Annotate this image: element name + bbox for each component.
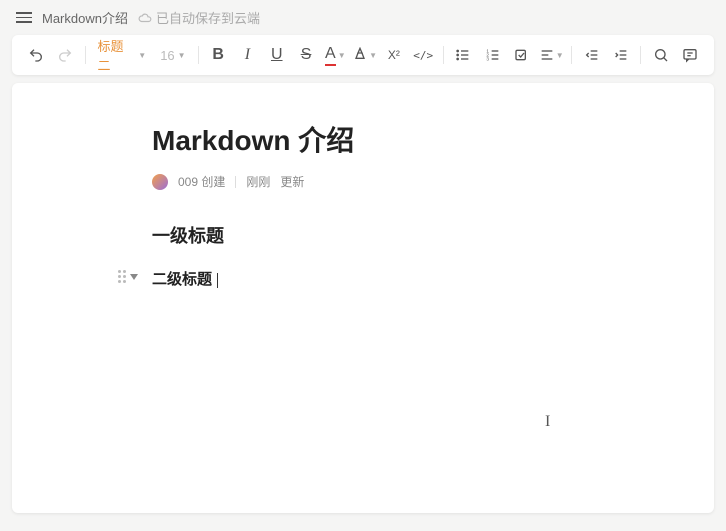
strike-button[interactable]: S	[292, 41, 319, 69]
textcolor-button[interactable]: A▼	[322, 41, 349, 69]
menu-icon[interactable]	[16, 12, 32, 23]
heading-2-block[interactable]: 二级标题	[152, 268, 218, 289]
cloud-icon	[138, 11, 152, 25]
code-button[interactable]: </>	[410, 41, 437, 69]
separator	[640, 46, 641, 64]
indent-button[interactable]	[607, 41, 634, 69]
separator	[85, 46, 86, 64]
undo-button[interactable]	[22, 41, 49, 69]
editor-content[interactable]: Markdown 介绍 009 创建 刚刚 更新 一级标题 二级标题	[152, 119, 672, 289]
fontsize-dropdown[interactable]: 16▼	[154, 41, 191, 69]
heading-dropdown[interactable]: 标题二▼	[92, 41, 153, 69]
collapse-icon[interactable]	[130, 274, 138, 280]
bold-button[interactable]: B	[205, 41, 232, 69]
block-gutter[interactable]	[118, 270, 138, 283]
separator	[198, 46, 199, 64]
numberlist-button[interactable]: 123	[479, 41, 506, 69]
search-button[interactable]	[647, 41, 674, 69]
comment-button[interactable]	[677, 41, 704, 69]
svg-text:3: 3	[486, 56, 489, 61]
document-title-breadcrumb: Markdown介绍	[42, 8, 128, 27]
topbar: Markdown介绍 已自动保存到云端	[0, 0, 726, 35]
meta-divider	[235, 176, 236, 188]
outdent-button[interactable]	[578, 41, 605, 69]
updated-time: 刚刚	[246, 173, 270, 190]
underline-button[interactable]: U	[263, 41, 290, 69]
save-status-text: 已自动保存到云端	[156, 8, 260, 27]
document-meta: 009 创建 刚刚 更新	[152, 173, 672, 190]
author-text: 009 创建	[178, 173, 225, 190]
editor-page[interactable]: Markdown 介绍 009 创建 刚刚 更新 一级标题 二级标题 I	[12, 83, 714, 513]
align-button[interactable]: ▼	[538, 41, 565, 69]
separator	[571, 46, 572, 64]
updated-label: 更新	[280, 173, 304, 190]
page-title[interactable]: Markdown 介绍	[152, 119, 672, 159]
drag-handle-icon[interactable]	[118, 270, 126, 283]
save-status: 已自动保存到云端	[138, 8, 260, 27]
heading-1-block[interactable]: 一级标题	[152, 222, 672, 248]
redo-button[interactable]	[51, 41, 78, 69]
italic-button[interactable]: I	[234, 41, 261, 69]
toolbar: 标题二▼ 16▼ B I U S A▼ ▼ X² </> 123 ▼	[12, 35, 714, 75]
avatar	[152, 174, 168, 190]
bulletlist-button[interactable]	[450, 41, 477, 69]
checklist-button[interactable]	[508, 41, 535, 69]
highlight-button[interactable]: ▼	[351, 41, 378, 69]
text-cursor-icon: I	[545, 413, 550, 431]
separator	[443, 46, 444, 64]
superscript-button[interactable]: X²	[380, 41, 407, 69]
